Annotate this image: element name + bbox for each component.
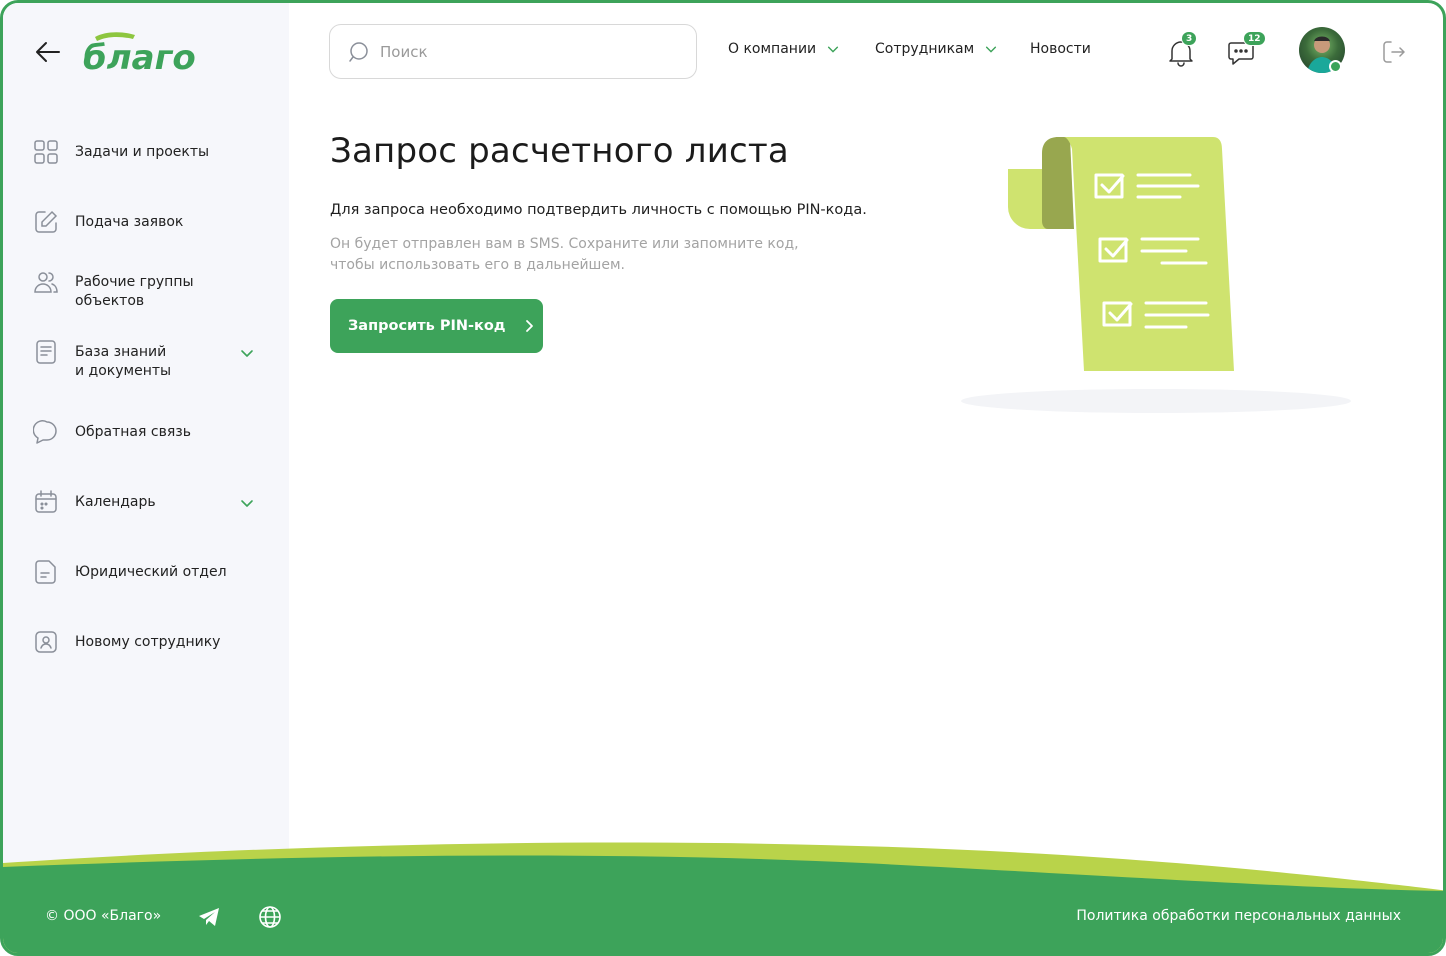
notifications-badge: 3	[1181, 31, 1198, 46]
topnav-label: О компании	[728, 41, 817, 57]
document-icon	[35, 560, 56, 584]
footer-background	[3, 842, 1443, 953]
grid-icon	[34, 140, 58, 164]
logout-icon[interactable]	[1381, 39, 1407, 65]
topnav-employees[interactable]: Сотрудникам	[875, 41, 998, 57]
page-title: Запрос расчетного листа	[330, 131, 789, 171]
topnav-about-company[interactable]: О компании	[728, 41, 840, 57]
sidebar-item-label: Рабочие группы объектов	[75, 274, 194, 309]
sidebar-item-label: Обратная связь	[75, 424, 191, 440]
copyright-text: © ООО «Благо»	[45, 908, 162, 924]
sidebar-item-feedback[interactable]: Обратная связь	[33, 420, 263, 445]
edit-icon	[35, 210, 58, 233]
chat-bubble-icon	[33, 420, 57, 444]
sidebar-item-new-employee[interactable]: Новому сотруднику	[33, 631, 263, 655]
sidebar-item-knowledge-base[interactable]: База знаний и документы	[33, 340, 263, 381]
book-icon	[36, 340, 56, 364]
badge-icon	[35, 631, 57, 653]
topnav-news[interactable]: Новости	[1030, 41, 1091, 57]
checklist-illustration	[961, 137, 1351, 413]
sidebar-item-legal[interactable]: Юридический отдел	[33, 560, 263, 585]
search-box[interactable]	[329, 24, 697, 79]
request-pin-button-label: Запросить PIN-код	[348, 318, 506, 334]
messages-button[interactable]: 12	[1227, 31, 1266, 67]
page-subdescription: Он будет отправлен вам в SMS. Сохраните …	[330, 236, 799, 273]
back-arrow-icon[interactable]	[33, 37, 63, 67]
sidebar: благо Задачи и проекты Подача заявок Раб…	[3, 3, 289, 863]
logo[interactable]: благо	[83, 29, 223, 75]
logo-text: благо	[83, 38, 196, 75]
page-description: Для запроса необходимо подтвердить лично…	[330, 202, 867, 218]
notifications-button[interactable]: 3	[1167, 31, 1198, 67]
chevron-down-icon	[828, 46, 839, 53]
app-frame: благо Задачи и проекты Подача заявок Раб…	[0, 0, 1446, 956]
sidebar-item-calendar[interactable]: Календарь	[33, 490, 263, 515]
topnav-label: Сотрудникам	[875, 41, 975, 57]
users-icon	[34, 272, 58, 293]
calendar-icon	[35, 490, 57, 513]
sidebar-item-label: Задачи и проекты	[75, 144, 210, 160]
search-icon	[349, 41, 368, 62]
chevron-down-icon[interactable]	[239, 495, 255, 511]
sidebar-item-tasks[interactable]: Задачи и проекты	[33, 140, 263, 165]
privacy-policy-link[interactable]: Политика обработки персональных данных	[1076, 908, 1401, 924]
request-pin-button[interactable]: Запросить PIN-код	[330, 299, 543, 353]
search-input[interactable]	[380, 42, 680, 61]
globe-icon[interactable]	[257, 904, 283, 930]
sidebar-item-label: Календарь	[75, 494, 156, 510]
sidebar-item-label: Подача заявок	[75, 214, 184, 230]
sidebar-item-label: Юридический отдел	[75, 564, 227, 580]
sidebar-item-label: Новому сотруднику	[75, 634, 221, 650]
sidebar-item-label: База знаний и документы	[75, 344, 172, 379]
chevron-down-icon	[986, 46, 997, 53]
online-status-dot	[1329, 60, 1342, 73]
sidebar-item-requests[interactable]: Подача заявок	[33, 210, 263, 235]
topnav-label: Новости	[1030, 41, 1091, 57]
chevron-right-icon	[525, 320, 533, 332]
messages-badge: 12	[1243, 31, 1266, 46]
telegram-icon[interactable]	[196, 904, 222, 930]
chevron-down-icon[interactable]	[239, 345, 255, 361]
sidebar-item-workgroups[interactable]: Рабочие группы объектов	[33, 272, 263, 311]
